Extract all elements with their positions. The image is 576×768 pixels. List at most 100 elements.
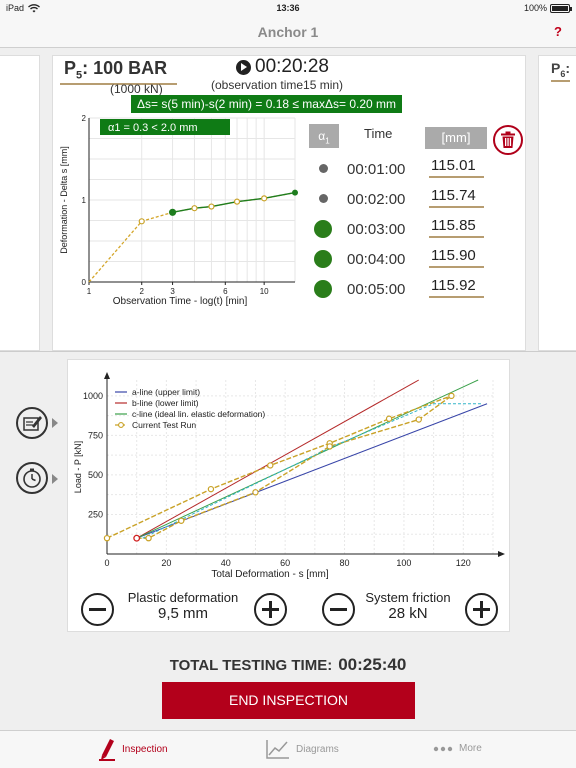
data-point <box>208 203 215 210</box>
measurement-marker-icon[interactable] <box>314 250 332 268</box>
x-tick-label: 1 <box>87 287 92 296</box>
data-point <box>168 208 177 216</box>
x-tick-label: 40 <box>221 558 231 568</box>
y-tick-label: 2 <box>82 114 87 123</box>
x-tick-label: 6 <box>223 287 228 296</box>
legend-label: a-line (upper limit) <box>132 387 200 397</box>
measurement-time: 00:04:00 <box>347 251 406 268</box>
friction-minus-button[interactable] <box>322 593 355 626</box>
edit-tool-arrow-icon[interactable] <box>52 418 58 428</box>
minus-icon <box>330 608 347 611</box>
delete-button[interactable] <box>493 125 523 155</box>
page-title: Anchor 1 <box>257 24 319 40</box>
x-tick-label: 10 <box>260 287 269 296</box>
legend-label: b-line (lower limit) <box>132 398 199 408</box>
tab-inspection[interactable]: Inspection <box>98 737 168 761</box>
tab-more-label: More <box>459 743 482 754</box>
creep-chart: 1 2 3 6 10012Observation Time - log(t) [min]… <box>59 114 298 307</box>
measurement-marker-icon[interactable] <box>319 194 328 203</box>
measurement-marker-icon[interactable] <box>314 280 332 298</box>
y-axis-label: Deformation - Delta s [mm] <box>59 146 69 254</box>
data-point <box>207 485 215 493</box>
stage-card: P5: 100 BAR (1000 kN) 00:20:28 (observat… <box>52 55 526 351</box>
measurement-time: 00:03:00 <box>347 221 406 238</box>
y-tick-label: 1000 <box>83 391 103 401</box>
data-point <box>292 189 298 196</box>
measurement-marker-icon[interactable] <box>319 164 328 173</box>
data-point <box>138 218 145 225</box>
x-tick-label: 2 <box>140 287 145 296</box>
x-tick-label: 80 <box>340 558 350 568</box>
measurement-value[interactable]: 115.85 <box>429 217 484 238</box>
battery-icon <box>550 3 572 13</box>
measurement-value[interactable]: 115.01 <box>429 157 484 178</box>
x-axis-label: Observation Time - log(t) [min] <box>113 296 248 307</box>
plastic-plus-button[interactable] <box>254 593 287 626</box>
play-icon[interactable] <box>236 59 251 75</box>
stage-timer[interactable]: 00:20:28 <box>236 56 329 78</box>
deformation-solid-line <box>172 191 296 213</box>
clock: 13:36 <box>276 3 300 13</box>
y-tick-label: 1 <box>82 196 87 205</box>
pencil-icon <box>99 739 115 761</box>
delta-criterion-badge: Δs= s(5 min)-s(2 min) = 0.18 ≤ maxΔs= 0.… <box>131 95 403 113</box>
table-row[interactable]: 00:03:00 115.85 <box>305 214 495 244</box>
timer-tool[interactable] <box>16 462 48 494</box>
table-row[interactable]: 00:04:00 115.90 <box>305 244 495 274</box>
system-friction-control: System friction 28 kN <box>360 590 456 622</box>
plastic-deformation-value: 9,5 mm <box>157 605 208 622</box>
tab-bar: Inspection Diagrams More <box>0 730 576 768</box>
total-testing-time: TOTAL TESTING TIME: 00:25:40 <box>0 655 576 675</box>
measurement-marker-icon[interactable] <box>314 220 332 238</box>
plastic-deformation-label: Plastic deformation <box>127 590 239 605</box>
edit-report-tool[interactable] <box>16 407 48 439</box>
measurement-time: 00:01:00 <box>347 161 406 178</box>
observation-time: (observation time15 min) <box>211 78 344 92</box>
x-axis-arrow <box>498 551 505 557</box>
table-row[interactable]: 00:02:00 115.74 <box>305 184 495 214</box>
legend-marker <box>118 422 124 428</box>
measurement-time: 00:02:00 <box>347 191 406 208</box>
y-axis-arrow <box>104 372 110 379</box>
legend-label: c-line (ideal lin. elastic deformation) <box>132 409 265 419</box>
x-axis-label: Total Deformation - s [mm] <box>211 569 328 580</box>
next-stage-label: P6: <box>551 60 571 82</box>
friction-plus-button[interactable] <box>465 593 498 626</box>
timer-tool-arrow-icon[interactable] <box>52 474 58 484</box>
data-point <box>233 198 241 205</box>
measurement-value[interactable]: 115.74 <box>429 187 484 208</box>
load-deformation-chart: 0 20 40 60 80 100 120 250 500 750 1000 Total Deform… <box>73 372 505 580</box>
x-tick-label: 20 <box>161 558 171 568</box>
line-chart-icon <box>266 740 289 759</box>
data-point <box>326 443 333 450</box>
table-row[interactable]: 00:05:00 115.92 <box>305 274 495 304</box>
start-point <box>133 534 141 542</box>
help-button[interactable]: ? <box>554 24 562 39</box>
table-row[interactable]: 00:01:00 115.01 <box>305 154 495 184</box>
plastic-minus-button[interactable] <box>81 593 114 626</box>
next-stage-card[interactable]: P6: <box>538 55 576 351</box>
end-inspection-button[interactable]: END INSPECTION <box>162 682 415 719</box>
data-point <box>448 392 455 400</box>
data-point <box>252 489 259 496</box>
system-friction-value: 28 kN <box>388 605 428 622</box>
measurement-value[interactable]: 115.90 <box>429 247 484 268</box>
tab-more[interactable]: More <box>433 743 482 754</box>
data-point <box>103 534 111 542</box>
trash-icon <box>501 131 515 148</box>
measurement-value[interactable]: 115.92 <box>429 277 484 298</box>
total-testing-time-label: TOTAL TESTING TIME: <box>169 657 333 674</box>
plastic-deformation-control: Plastic deformation 9,5 mm <box>126 590 240 622</box>
data-point <box>178 517 185 524</box>
previous-stage-card[interactable] <box>0 55 40 351</box>
x-tick-label: 60 <box>280 558 290 568</box>
battery-percent: 100% <box>523 3 547 13</box>
x-tick-label: 120 <box>456 558 471 568</box>
load-deformation-card: 0 20 40 60 80 100 120 250 500 750 1000 Total Deform… <box>67 359 510 632</box>
data-point <box>145 534 152 542</box>
tab-diagrams-label: Diagrams <box>296 743 339 755</box>
tab-diagrams[interactable]: Diagrams <box>266 739 339 759</box>
total-testing-time-value: 00:25:40 <box>338 655 407 674</box>
data-point <box>415 416 422 423</box>
minus-icon <box>89 608 106 611</box>
